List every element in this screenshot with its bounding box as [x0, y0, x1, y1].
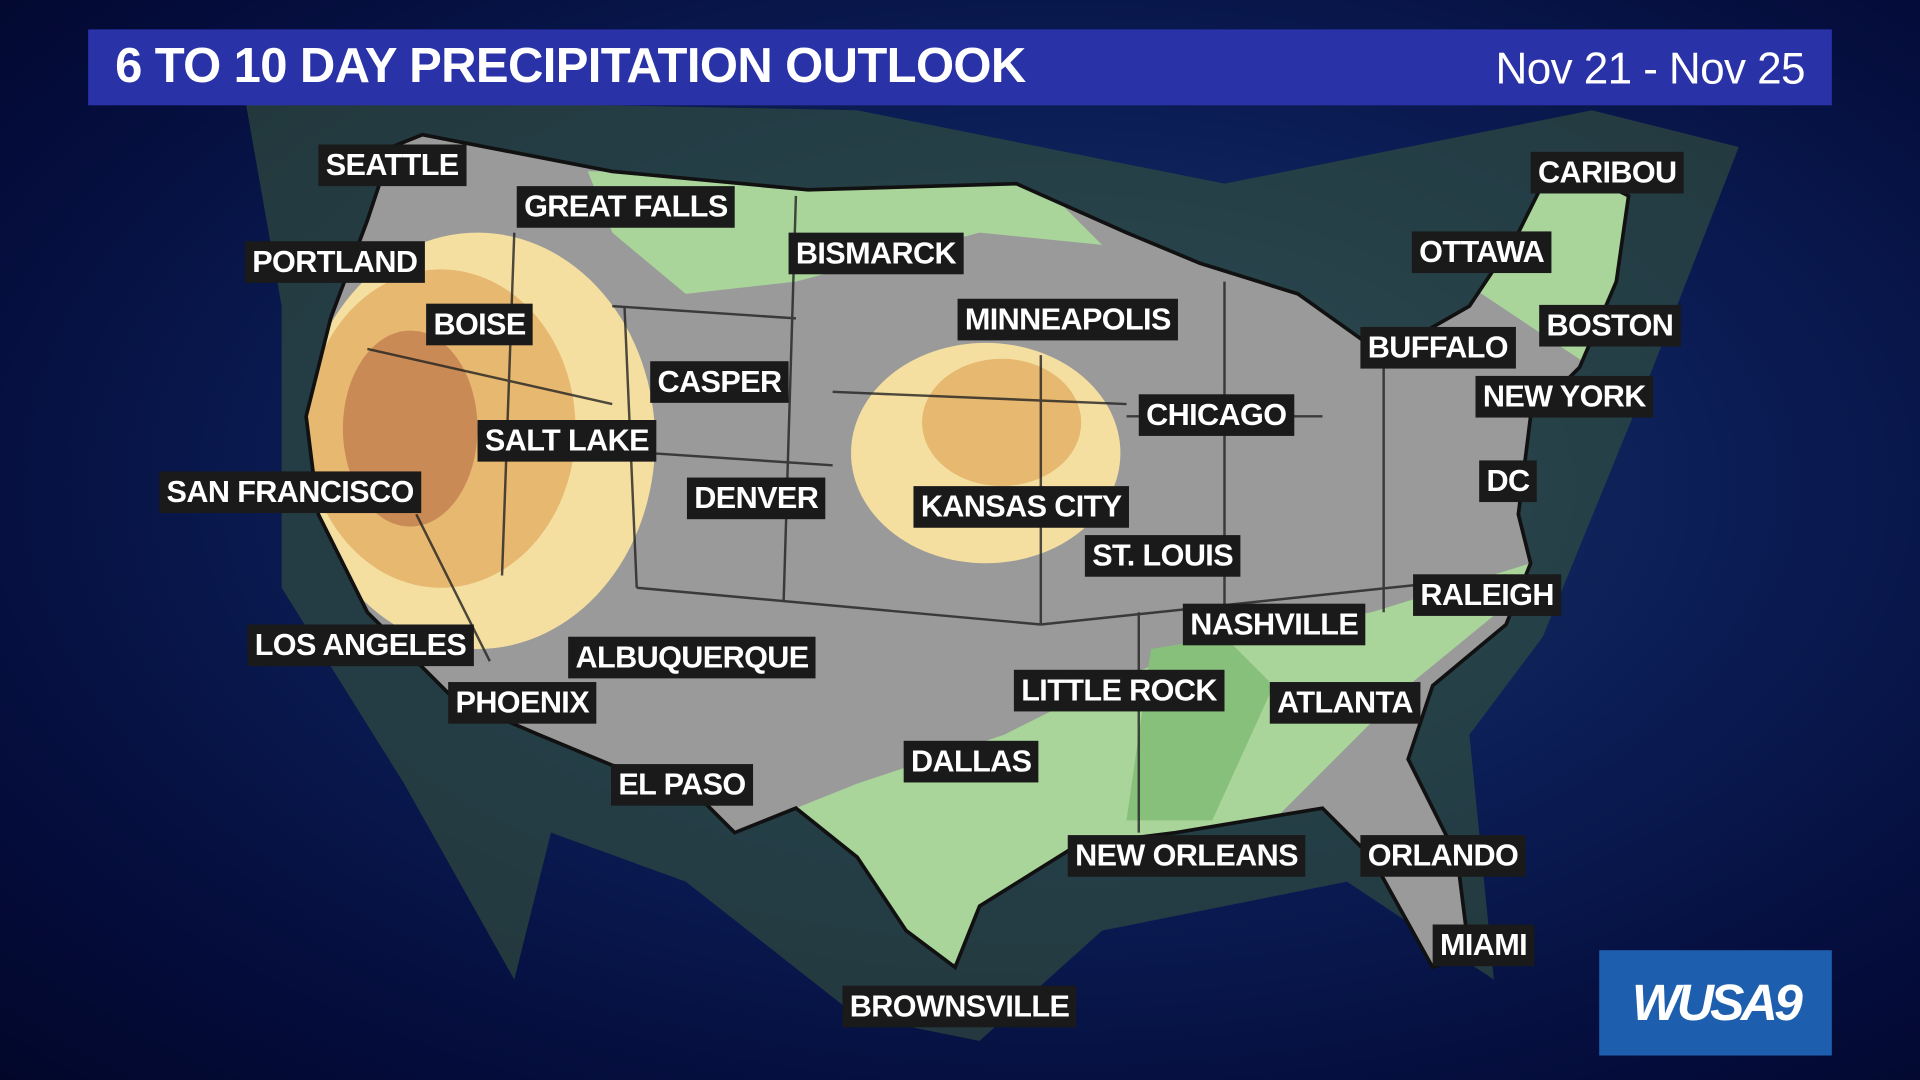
city-label: BROWNSVILLE [842, 985, 1077, 1028]
city-label: NEW ORLEANS [1067, 835, 1306, 877]
city-label: CASPER [650, 361, 789, 403]
city-label: SAN FRANCISCO [159, 471, 422, 514]
city-label: MINNEAPOLIS [957, 298, 1179, 341]
city-label: GREAT FALLS [516, 186, 736, 228]
city-label: ALBUQUERQUE [568, 636, 816, 679]
city-label: EL PASO [611, 764, 753, 806]
city-label: MIAMI [1432, 924, 1535, 967]
city-label: LOS ANGELES [247, 624, 474, 667]
city-label: ORLANDO [1360, 835, 1526, 877]
city-label: DENVER [686, 477, 826, 520]
city-label: BOSTON [1539, 304, 1681, 347]
city-label: BISMARCK [788, 232, 964, 275]
city-label: KANSAS CITY [913, 486, 1129, 528]
city-label: NEW YORK [1475, 375, 1654, 418]
city-label: CARIBOU [1530, 151, 1684, 194]
city-label: LITTLE ROCK [1013, 669, 1225, 712]
city-label: BUFFALO [1360, 326, 1516, 369]
logo-text: WUSA9 [1631, 973, 1803, 1032]
city-label: PHOENIX [448, 682, 597, 724]
wusa9-logo: WUSA9 [1599, 950, 1832, 1056]
map-stage: 6 TO 10 DAY PRECIPITATION OUTLOOK Nov 21… [0, 0, 1920, 1080]
city-label: NASHVILLE [1182, 603, 1366, 646]
city-label: OTTAWA [1411, 231, 1552, 274]
city-label: SEATTLE [318, 144, 466, 187]
city-label: CHICAGO [1138, 394, 1294, 436]
city-label: BOISE [426, 303, 534, 346]
city-label: SALT LAKE [477, 420, 657, 462]
city-label: DALLAS [903, 740, 1039, 783]
page-title: 6 TO 10 DAY PRECIPITATION OUTLOOK [115, 39, 1026, 94]
city-label: RALEIGH [1413, 574, 1562, 616]
city-label: ST. LOUIS [1084, 535, 1241, 577]
city-label: ATLANTA [1269, 682, 1421, 724]
date-range: Nov 21 - Nov 25 [1495, 42, 1806, 94]
below-normal-central-mid [922, 358, 1082, 487]
title-bar: 6 TO 10 DAY PRECIPITATION OUTLOOK Nov 21… [88, 29, 1832, 106]
city-label: DC [1479, 460, 1537, 503]
city-label: PORTLAND [244, 241, 425, 283]
